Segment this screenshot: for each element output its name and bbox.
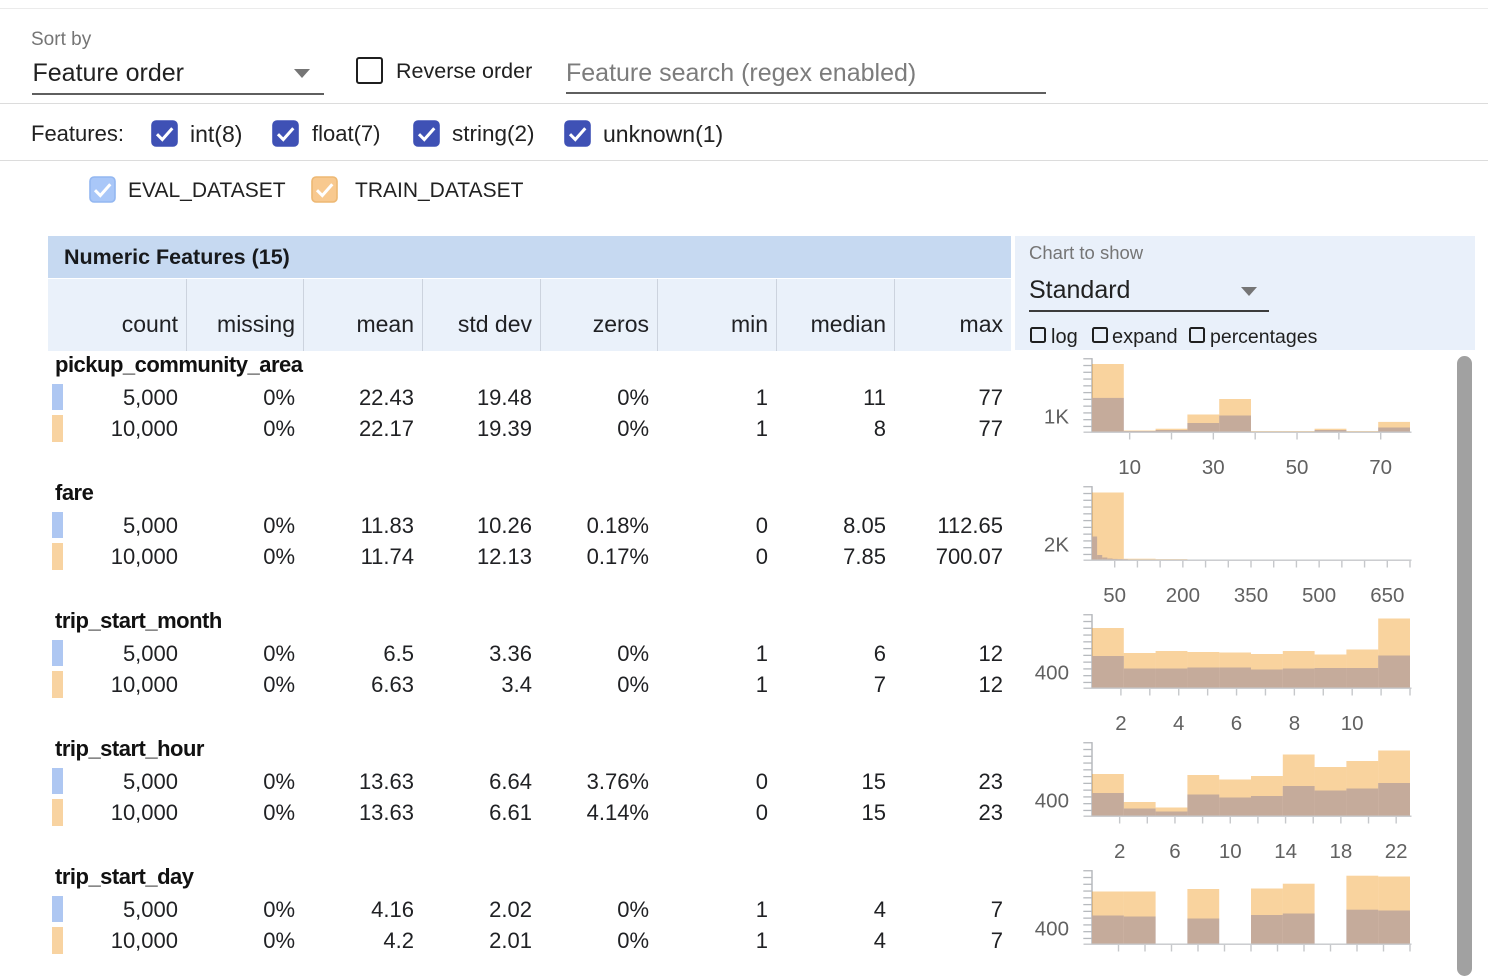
svg-text:350: 350	[1234, 584, 1268, 607]
svg-text:200: 200	[1166, 584, 1200, 607]
svg-text:400: 400	[1035, 918, 1069, 941]
svg-text:400: 400	[1035, 790, 1069, 813]
svg-text:10: 10	[1219, 840, 1242, 863]
svg-text:6: 6	[1231, 712, 1242, 735]
svg-text:18: 18	[1329, 840, 1352, 863]
svg-text:400: 400	[1035, 662, 1069, 685]
svg-text:4: 4	[1173, 712, 1184, 735]
svg-text:500: 500	[1302, 584, 1336, 607]
svg-text:50: 50	[1286, 456, 1309, 479]
svg-text:10: 10	[1118, 456, 1141, 479]
svg-text:70: 70	[1369, 456, 1392, 479]
svg-text:650: 650	[1370, 584, 1404, 607]
svg-text:50: 50	[1103, 584, 1126, 607]
svg-text:8: 8	[1289, 712, 1300, 735]
svg-text:2: 2	[1114, 840, 1125, 863]
svg-text:22: 22	[1385, 840, 1408, 863]
svg-text:10: 10	[1341, 712, 1364, 735]
svg-text:1K: 1K	[1044, 406, 1069, 429]
svg-text:14: 14	[1274, 840, 1297, 863]
svg-text:2: 2	[1115, 712, 1126, 735]
svg-text:30: 30	[1202, 456, 1225, 479]
svg-text:6: 6	[1169, 840, 1180, 863]
svg-text:2K: 2K	[1044, 534, 1069, 557]
